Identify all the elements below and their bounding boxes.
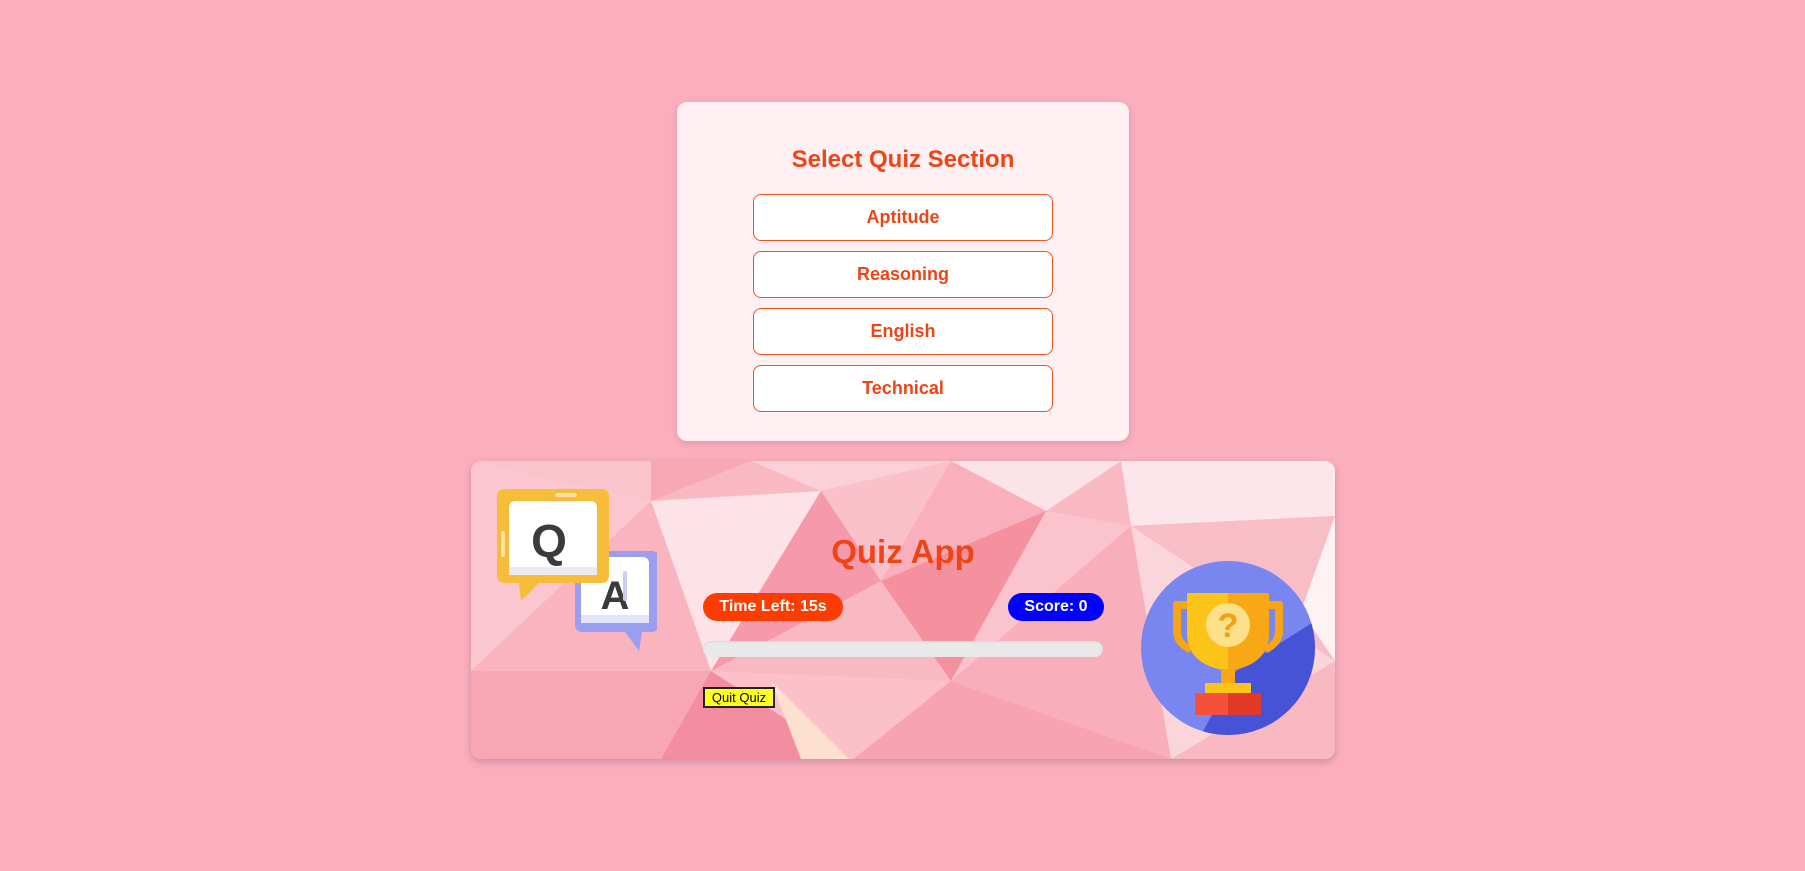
quiz-panel: A Q Quiz App Time Left: 15s Score: 0 Qui…: [471, 461, 1335, 759]
svg-text:?: ?: [1218, 607, 1239, 645]
time-left-badge: Time Left: 15s: [703, 593, 843, 621]
section-select-card: Select Quiz Section Aptitude Reasoning E…: [677, 102, 1129, 441]
section-button-english[interactable]: English: [753, 308, 1053, 355]
section-button-aptitude[interactable]: Aptitude: [753, 194, 1053, 241]
section-button-technical[interactable]: Technical: [753, 365, 1053, 412]
section-button-reasoning[interactable]: Reasoning: [753, 251, 1053, 298]
quit-quiz-button[interactable]: Quit Quiz: [703, 687, 775, 708]
section-select-title: Select Quiz Section: [791, 146, 1015, 173]
score-badge: Score: 0: [1008, 593, 1104, 621]
trophy-question-icon: ?: [1141, 561, 1315, 735]
timer-progress-bar: [703, 641, 1103, 657]
page: Select Quiz Section Aptitude Reasoning E…: [0, 0, 1805, 871]
